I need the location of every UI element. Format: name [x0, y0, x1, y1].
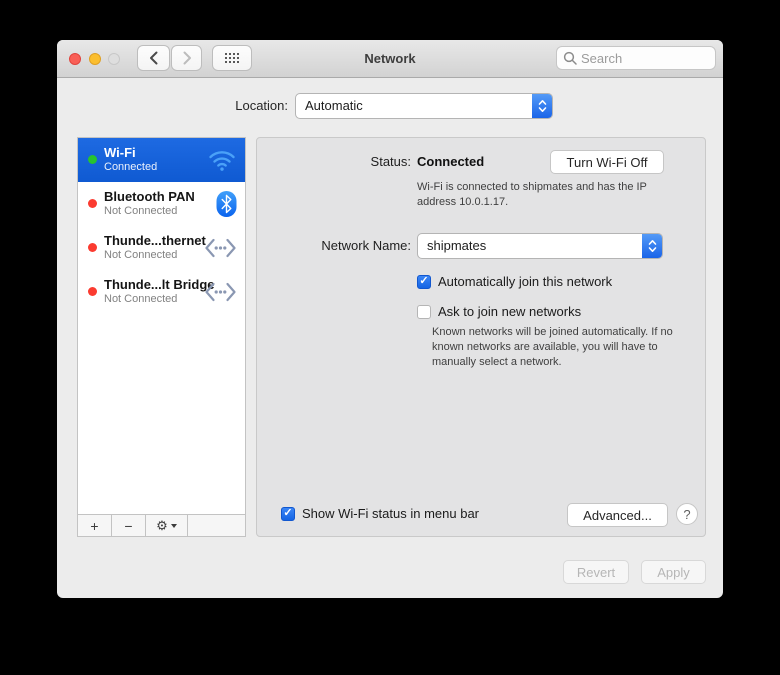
services-list: Wi-Fi Connected Bluetooth PAN Not Connec… [77, 137, 246, 537]
service-item-wifi[interactable]: Wi-Fi Connected [78, 138, 245, 182]
menu-bar-row: ✓ Show Wi-Fi status in menu bar [281, 506, 479, 521]
service-name: Thunde...lt Bridge [104, 277, 215, 292]
wifi-icon [207, 149, 237, 172]
show-all-button[interactable] [212, 45, 252, 71]
status-dot-green [88, 155, 97, 164]
auto-join-label: Automatically join this network [438, 274, 613, 289]
status-dot-red [88, 243, 97, 252]
service-name: Wi-Fi [104, 145, 136, 160]
service-status: Not Connected [104, 205, 178, 217]
advanced-button[interactable]: Advanced... [567, 503, 668, 527]
help-button[interactable]: ? [676, 503, 698, 525]
search-icon [563, 51, 577, 65]
menu-bar-checkbox[interactable]: ✓ [281, 506, 295, 521]
menu-bar-label: Show Wi-Fi status in menu bar [302, 506, 480, 521]
ask-join-description: Known networks will be joined automatica… [432, 326, 673, 368]
service-item-bluetooth-pan[interactable]: Bluetooth PAN Not Connected [78, 182, 245, 226]
service-name: Thunde...thernet [104, 233, 206, 248]
status-dot-red [88, 199, 97, 208]
actions-menu-button[interactable]: ⚙ [146, 515, 188, 536]
service-status: Not Connected [104, 293, 178, 305]
popup-chevrons-icon [642, 234, 662, 258]
auto-join-checkbox[interactable]: ✓ [417, 274, 431, 289]
status-dot-red [88, 287, 97, 296]
wifi-detail-panel: Status: Connected Turn Wi-Fi Off Wi-Fi i… [256, 137, 706, 537]
service-status: Connected [104, 161, 158, 173]
revert-button[interactable]: Revert [563, 560, 629, 584]
checkmark-icon: ✓ [283, 506, 293, 519]
popup-chevrons-icon [532, 94, 552, 118]
forward-button[interactable] [171, 45, 202, 71]
network-preferences-window: Network Search Location: Automatic Wi-Fi… [57, 40, 723, 598]
network-name-label: Network Name: [321, 238, 411, 253]
status-label: Status: [370, 154, 411, 169]
network-name-value: shipmates [427, 238, 487, 253]
checkmark-icon: ✓ [419, 274, 429, 287]
chevron-left-icon [149, 51, 157, 65]
search-placeholder: Search [581, 50, 623, 66]
bluetooth-icon [216, 191, 237, 218]
services-toolbar: + − ⚙ [78, 514, 245, 536]
status-value: Connected [417, 154, 485, 169]
location-value: Automatic [305, 98, 363, 113]
zoom-button [108, 53, 120, 65]
auto-join-row: ✓ Automatically join this network [417, 274, 612, 289]
grid-icon [225, 53, 227, 55]
gear-icon: ⚙ [156, 517, 168, 533]
add-service-button[interactable]: + [78, 515, 112, 536]
search-field[interactable]: Search [556, 46, 716, 70]
close-button[interactable] [69, 53, 81, 65]
service-status: Not Connected [104, 249, 178, 261]
chevron-down-icon [170, 523, 177, 528]
service-item-thunderbolt-bridge[interactable]: Thunde...lt Bridge Not Connected [78, 270, 245, 314]
service-name: Bluetooth PAN [104, 189, 195, 204]
remove-service-button[interactable]: − [112, 515, 146, 536]
minimize-button[interactable] [89, 53, 101, 65]
turn-wifi-off-button[interactable]: Turn Wi-Fi Off [550, 150, 664, 174]
ask-join-row: ✓ Ask to join new networks [417, 304, 581, 319]
back-button[interactable] [137, 45, 170, 71]
chevron-right-icon [183, 51, 191, 65]
ethernet-icon [204, 238, 237, 259]
network-name-select[interactable]: shipmates [417, 233, 663, 259]
ask-join-checkbox[interactable]: ✓ [417, 304, 431, 319]
location-label: Location: [235, 98, 288, 113]
ask-join-label: Ask to join new networks [438, 304, 582, 319]
apply-button[interactable]: Apply [641, 560, 706, 584]
titlebar: Network Search [57, 40, 723, 78]
location-select[interactable]: Automatic [295, 93, 553, 119]
service-item-thunderbolt-ethernet[interactable]: Thunde...thernet Not Connected [78, 226, 245, 270]
status-description: Wi-Fi is connected to shipmates and has … [417, 181, 647, 208]
ethernet-icon [204, 282, 237, 303]
